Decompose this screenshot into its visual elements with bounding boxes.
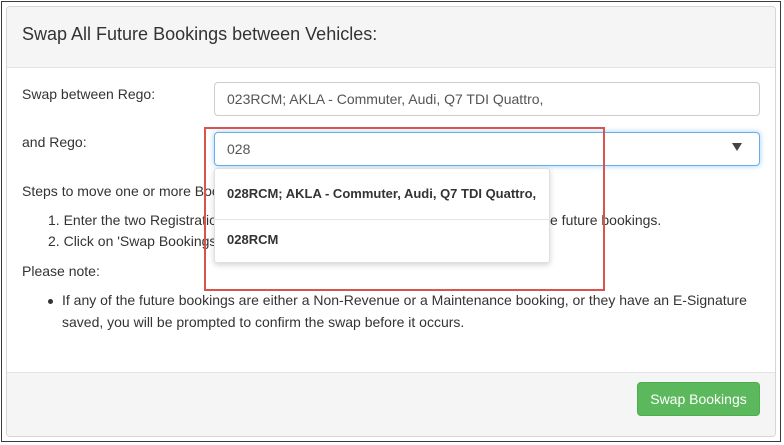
step-1: 1. Enter the two Registratio xyxy=(48,212,217,228)
step-2: 2. Click on 'Swap Bookings xyxy=(48,233,216,249)
modal-title: Swap All Future Bookings between Vehicle… xyxy=(22,24,378,44)
swap-bookings-modal: Swap All Future Bookings between Vehicle… xyxy=(6,6,776,437)
step-2-text: Click on 'Swap Bookings xyxy=(63,233,217,249)
rego1-input[interactable] xyxy=(214,82,760,116)
step-1-text: Enter the two Registratio xyxy=(63,212,217,228)
notes-heading: Please note: xyxy=(22,263,100,279)
bullet-icon xyxy=(48,299,53,304)
step-1-number: 1. xyxy=(48,212,60,228)
modal-header: Swap All Future Bookings between Vehicle… xyxy=(7,7,775,68)
steps-intro: Steps to move one or more Boo xyxy=(22,183,220,199)
rego1-label: Swap between Rego: xyxy=(22,86,156,102)
note-line-2: saved, you will be prompted to confirm t… xyxy=(62,314,465,330)
highlight-annotation-box xyxy=(204,127,605,291)
rego2-label: and Rego: xyxy=(22,134,87,150)
swap-bookings-button[interactable]: Swap Bookings xyxy=(637,382,760,416)
chevron-down-icon[interactable] xyxy=(732,143,742,151)
note-line-1: If any of the future bookings are either… xyxy=(62,292,747,308)
step-2-number: 2. xyxy=(48,233,60,249)
